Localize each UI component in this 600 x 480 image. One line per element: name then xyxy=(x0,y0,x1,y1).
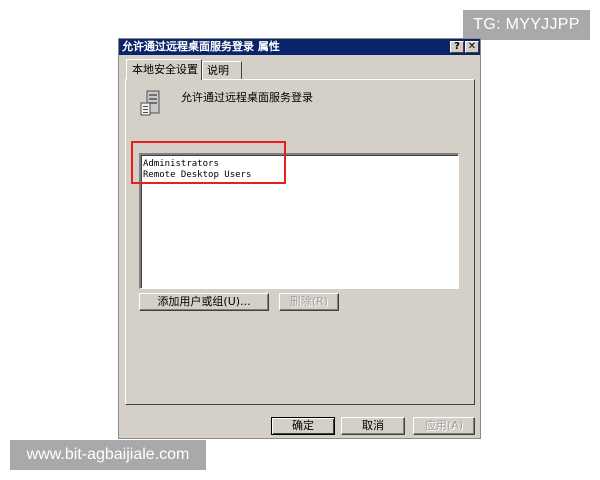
members-listbox[interactable]: Administrators Remote Desktop Users xyxy=(139,153,459,289)
list-item[interactable]: Administrators xyxy=(143,159,219,170)
watermark-top: TG: MYYJJPP xyxy=(463,10,590,40)
tab-local-security-setting[interactable]: 本地安全设置 xyxy=(126,59,202,80)
remove-button[interactable]: 删除(R) xyxy=(279,293,339,311)
apply-button[interactable]: 应用(A) xyxy=(413,417,475,435)
dialog-titlebar[interactable]: 允许通过远程桌面服务登录 属性 xyxy=(119,39,480,55)
watermark-bottom: www.bit-agbaijiale.com xyxy=(10,440,206,470)
help-icon[interactable]: ? xyxy=(450,41,464,53)
server-policy-icon xyxy=(139,89,163,117)
dialog-title: 允许通过远程桌面服务登录 属性 xyxy=(122,40,280,53)
tab-explain[interactable]: 说明 xyxy=(202,61,242,79)
list-item[interactable]: Remote Desktop Users xyxy=(143,170,251,181)
cancel-button[interactable]: 取消 xyxy=(341,417,405,435)
ok-button[interactable]: 确定 xyxy=(271,417,335,435)
add-user-or-group-button[interactable]: 添加用户或组(U)... xyxy=(139,293,269,311)
policy-name: 允许通过远程桌面服务登录 xyxy=(181,91,313,104)
screenshot: TG: MYYJJPP www.bit-agbaijiale.com 允许通过远… xyxy=(0,0,600,480)
properties-dialog: 允许通过远程桌面服务登录 属性 ? ✕ 本地安全设置 说明 允许通过远程桌面服务… xyxy=(118,38,481,439)
close-icon[interactable]: ✕ xyxy=(465,41,479,53)
